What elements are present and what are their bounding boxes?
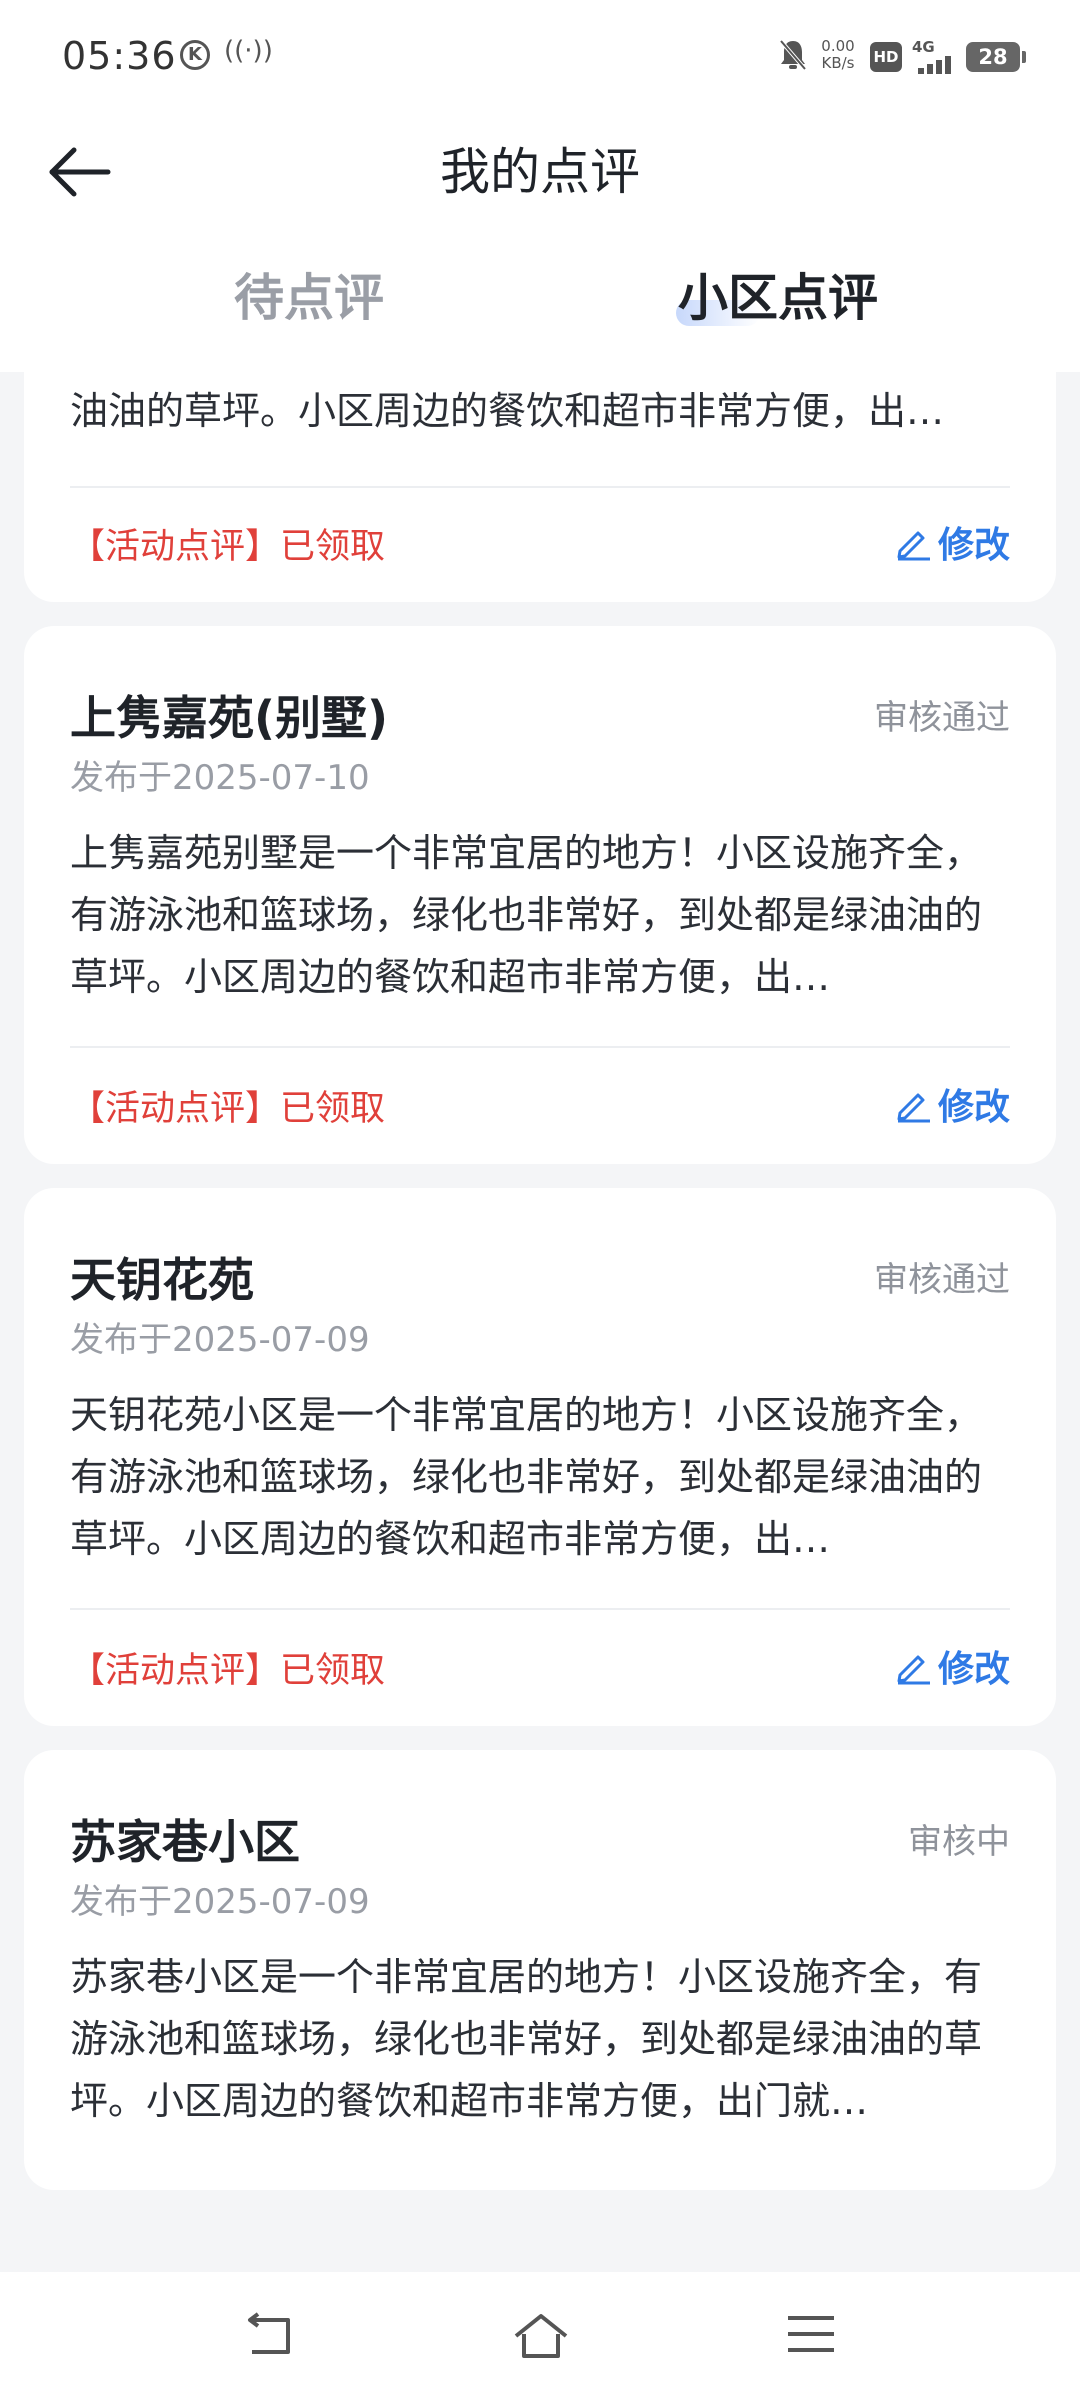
estate-name: 天钥花苑 — [70, 1253, 254, 1307]
status-time: 05:36 — [62, 34, 177, 78]
edit-button[interactable]: 修改 — [894, 1640, 1010, 1692]
page-title: 我的点评 — [440, 143, 640, 201]
review-body: 上隽嘉苑别墅是一个非常宜居的地方！小区设施齐全，有游泳池和篮球场，绿化也非常好，… — [70, 831, 983, 999]
publish-date: 发布于2025-07-09 — [70, 1320, 370, 1360]
review-status: 审核通过 — [874, 698, 1010, 738]
net-speed: 0.00 KB/s — [816, 38, 860, 72]
activity-tag: 【活动点评】已领取 — [70, 1089, 386, 1129]
card-divider — [70, 486, 1010, 488]
edit-button[interactable]: 修改 — [894, 516, 1010, 568]
system-nav-bar — [0, 2272, 1080, 2400]
pencil-icon — [897, 531, 930, 561]
pencil-icon — [897, 1655, 930, 1685]
edit-label: 修改 — [937, 1649, 1010, 1690]
review-card[interactable]: 苏家巷小区 审核中 发布于2025-07-09 苏家巷小区是一个非常宜居的地方！… — [24, 1750, 1056, 2190]
review-body: 天钥花苑小区是一个非常宜居的地方！小区设施齐全，有游泳池和篮球场，绿化也非常好，… — [70, 1393, 983, 1561]
back-icon[interactable] — [244, 2312, 296, 2364]
signal-icon — [918, 56, 958, 78]
net-speed-unit: KB/s — [821, 54, 855, 72]
edit-label: 修改 — [937, 1087, 1010, 1128]
pencil-icon — [897, 1093, 930, 1123]
tab-estate-review[interactable]: 小区点评 — [678, 258, 878, 330]
net-speed-value: 0.00 — [821, 37, 855, 55]
review-status: 审核中 — [908, 1822, 1010, 1862]
review-card[interactable]: 天钥花苑 审核通过 发布于2025-07-09 天钥花苑小区是一个非常宜居的地方… — [24, 1188, 1056, 1726]
k-app-icon: K — [180, 40, 210, 70]
estate-name: 上隽嘉苑(别墅) — [70, 691, 389, 745]
hotspot-icon: ((·)) — [224, 36, 273, 66]
review-body: 苏家巷小区是一个非常宜居的地方！小区设施齐全，有游泳池和篮球场，绿化也非常好，到… — [70, 1955, 983, 2123]
review-body: 油油的草坪。小区周边的餐饮和超市非常方便，出… — [70, 389, 945, 433]
estate-name: 苏家巷小区 — [70, 1815, 300, 1869]
edit-label: 修改 — [937, 525, 1010, 566]
publish-date: 发布于2025-07-10 — [70, 758, 370, 798]
edit-button[interactable]: 修改 — [894, 1078, 1010, 1130]
header: 05:36 K ((·)) 0.00 KB/s HD 4G 28 我的点评 待点… — [0, 0, 1080, 372]
nav-bar: 我的点评 — [0, 118, 1080, 218]
menu-icon[interactable] — [786, 2312, 836, 2360]
network-type: 4G — [912, 38, 935, 56]
activity-tag: 【活动点评】已领取 — [70, 527, 386, 567]
hd-badge: HD — [870, 42, 902, 72]
card-divider — [70, 1608, 1010, 1610]
card-divider — [70, 1046, 1010, 1048]
status-bar: 05:36 K ((·)) 0.00 KB/s HD 4G 28 — [0, 0, 1080, 118]
mute-bell-icon — [777, 38, 809, 76]
publish-date: 发布于2025-07-09 — [70, 1882, 370, 1922]
activity-tag: 【活动点评】已领取 — [70, 1651, 386, 1691]
review-status: 审核通过 — [874, 1260, 1010, 1300]
battery-icon: 28 — [966, 42, 1026, 72]
home-icon[interactable] — [512, 2312, 570, 2364]
tab-bar: 待点评 小区点评 — [0, 248, 1080, 348]
tab-pending-review[interactable]: 待点评 — [234, 258, 384, 330]
review-card[interactable]: 上隽嘉苑(别墅) 审核通过 发布于2025-07-10 上隽嘉苑别墅是一个非常宜… — [24, 626, 1056, 1164]
